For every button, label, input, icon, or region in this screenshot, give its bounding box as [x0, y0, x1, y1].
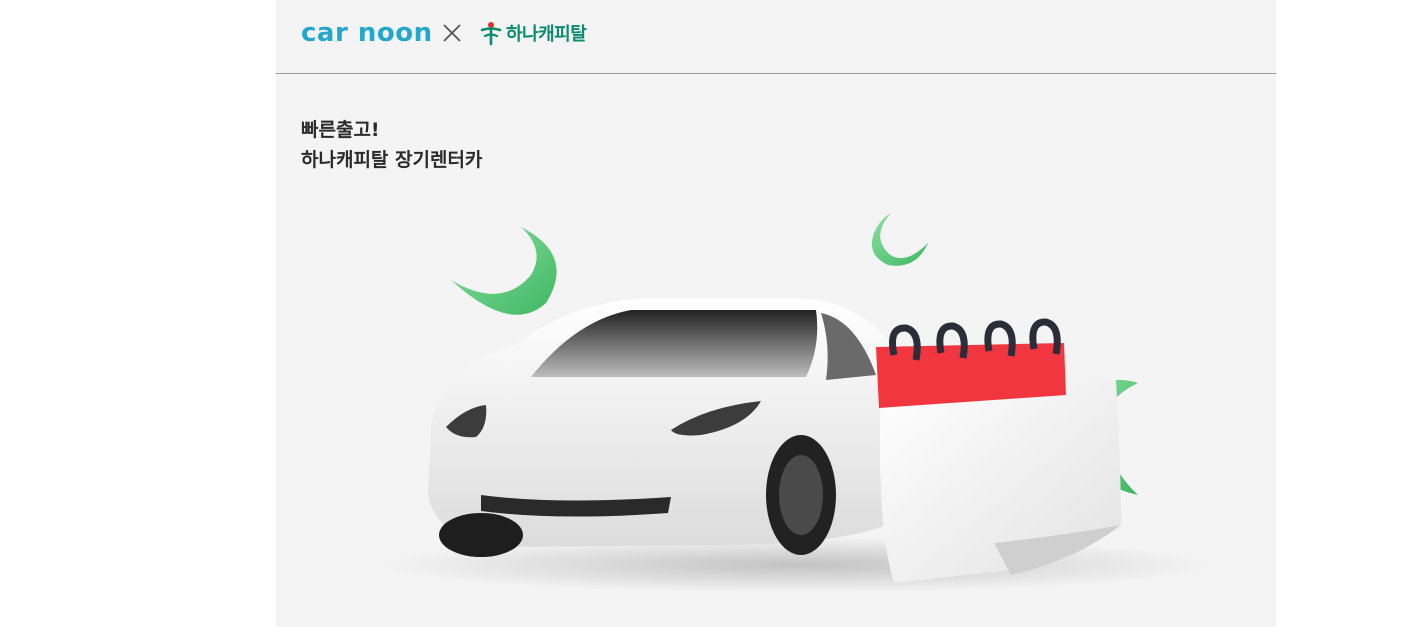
- leaf-top-icon: [871, 213, 928, 266]
- close-x-icon: [443, 24, 461, 42]
- carnoon-logo[interactable]: car noon: [301, 18, 433, 48]
- headline-line-1: 빠른출고!: [301, 119, 380, 141]
- landing-page: car noon 하나캐피탈 빠른출고! 하나캐피탈 장기렌터카: [276, 0, 1276, 627]
- hero-illustration: [376, 213, 1216, 593]
- headline-line-2: 하나캐피탈 장기렌터카: [301, 149, 483, 171]
- car-illustration: [428, 299, 916, 557]
- header: car noon 하나캐피탈: [276, 0, 1276, 74]
- hana-symbol-icon: [480, 22, 502, 46]
- page-headline: 빠른출고! 하나캐피탈 장기렌터카: [301, 115, 482, 175]
- hana-capital-wordmark: 하나캐피탈: [506, 24, 587, 45]
- calendar-icon: [876, 318, 1121, 583]
- hana-capital-logo[interactable]: 하나캐피탈: [479, 19, 587, 47]
- leaf-left-icon: [451, 227, 557, 315]
